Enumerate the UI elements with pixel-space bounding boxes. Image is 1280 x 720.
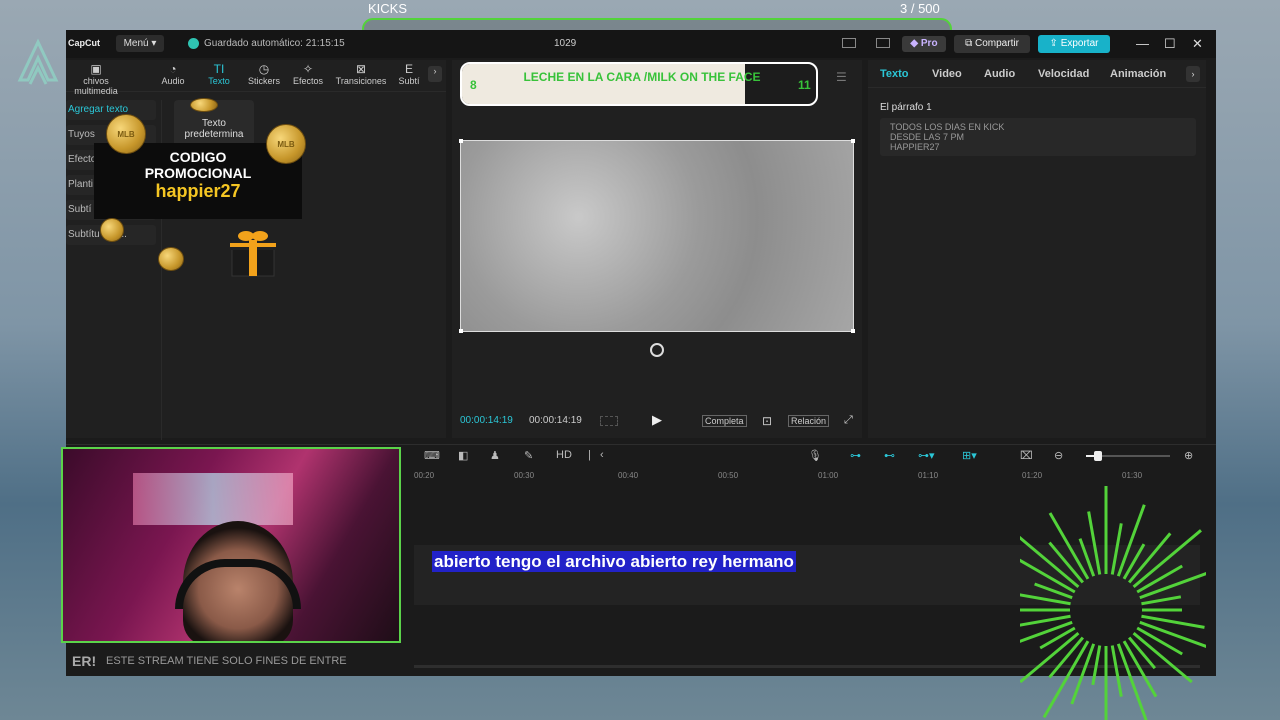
title-bar: CapCut Menú ▾ Guardado automático: 21:15… <box>66 30 1216 58</box>
paragraph-text-field[interactable]: TODOS LOS DIAS EN KICK DESDE LAS 7 PM HA… <box>880 118 1196 156</box>
layout-alt-icon[interactable] <box>876 38 890 48</box>
ruler-tick: 01:30 <box>1122 471 1143 480</box>
tab-speed[interactable]: Velocidad <box>1038 68 1089 80</box>
snap-icon[interactable]: ⊶▾ <box>918 449 935 462</box>
news-ticker: ER! ESTE STREAM TIENE SOLO FINES DE ENTR… <box>66 648 372 674</box>
webcam-feed <box>61 447 401 643</box>
resize-handle[interactable] <box>459 329 463 333</box>
progress-end-value: 11 <box>798 78 811 92</box>
tabs-scroll-right-icon[interactable]: › <box>428 66 442 82</box>
split-icon[interactable]: ◧ <box>458 449 468 462</box>
sidebar-item-add-text[interactable]: Agregar texto <box>66 100 156 120</box>
app-logo: CapCut <box>68 38 100 48</box>
tab-audio[interactable]: ◔ Audio <box>158 62 188 86</box>
tab-transitions[interactable]: ⊠ Transiciones <box>332 62 390 86</box>
promo-line-2: PROMOCIONAL <box>144 165 252 181</box>
play-icon[interactable]: ▶ <box>652 412 662 428</box>
ruler-tick: 00:30 <box>514 471 535 480</box>
tab-subtitles[interactable]: E Subtí <box>396 62 422 86</box>
sunburst-decoration-icon <box>1020 486 1206 720</box>
hd-icon[interactable]: HD <box>556 449 572 461</box>
magic-icon[interactable]: ✎ <box>524 449 533 462</box>
ruler-tick: 00:50 <box>718 471 739 480</box>
close-icon[interactable]: ✕ <box>1192 36 1203 52</box>
video-player: 8 LECHE EN LA CARA /MILK ON THE FACE 11 … <box>452 60 862 438</box>
menu-button[interactable]: Menú ▾ <box>116 35 164 52</box>
zoom-out-icon[interactable]: ⊖ <box>1054 449 1063 462</box>
tab-media[interactable]: ▣ chivos multimedia <box>66 62 126 96</box>
coin-icon: MLB <box>266 124 306 164</box>
cursor-icon[interactable]: | <box>588 449 591 461</box>
tab-audio-inspector[interactable]: Audio <box>984 68 1015 80</box>
resize-handle[interactable] <box>459 139 463 143</box>
ruler-tick: 00:20 <box>414 471 435 480</box>
kick-goal-label: KICKS <box>368 1 408 16</box>
layout-icon[interactable] <box>842 38 856 48</box>
inspector-panel: Texto Video Audio Velocidad Animación › … <box>868 60 1206 438</box>
preview-axis-icon[interactable]: ⊞▾ <box>962 449 977 462</box>
tab-video[interactable]: Video <box>932 68 962 80</box>
progress-start-value: 8 <box>470 78 477 92</box>
share-button[interactable]: ⧉ Compartir <box>954 35 1030 53</box>
caption-icon[interactable]: ⌧ <box>1020 449 1033 462</box>
ruler-tick: 01:00 <box>818 471 839 480</box>
coin-icon: MLB <box>106 114 146 154</box>
maximize-icon[interactable]: ☐ <box>1164 36 1176 52</box>
zoom-slider-knob[interactable] <box>1094 451 1103 461</box>
total-time: 00:00:14:19 <box>529 415 582 426</box>
time-ruler[interactable]: 00:20 00:30 00:40 00:50 01:00 01:10 01:2… <box>414 471 1214 483</box>
link-clips-icon[interactable]: ⊶ <box>850 449 861 462</box>
inspector-tabs: Texto Video Audio Velocidad Animación › <box>868 60 1206 88</box>
magnet-icon[interactable]: ⊷ <box>884 449 895 462</box>
full-view-button[interactable]: Completa <box>702 415 747 427</box>
background-monitors <box>133 473 293 525</box>
progress-title: LECHE EN LA CARA /MILK ON THE FACE <box>523 70 761 84</box>
promo-code: happier27 <box>155 181 241 201</box>
autosave-check-icon <box>188 38 199 49</box>
zoom-slider[interactable] <box>1086 451 1170 461</box>
preview-canvas[interactable] <box>459 139 855 333</box>
ticker-text: ESTE STREAM TIENE SOLO FINES DE ENTRE <box>106 655 347 667</box>
zoom-in-icon[interactable]: ⊕ <box>1184 449 1193 462</box>
tab-texto[interactable]: Texto <box>880 68 909 80</box>
tab-effects[interactable]: ✧ Efectos <box>290 62 326 86</box>
person-icon[interactable]: ♟ <box>490 449 500 462</box>
minimize-icon[interactable]: — <box>1136 36 1149 51</box>
aspect-ratio-button[interactable]: Relación <box>788 415 830 427</box>
coin-icon <box>190 98 218 112</box>
microphone-icon[interactable]: 🎙 <box>808 449 822 462</box>
ruler-tick: 01:20 <box>1022 471 1043 480</box>
inspector-scroll-right-icon[interactable]: › <box>1186 66 1200 82</box>
collapse-left-icon[interactable]: ‹ <box>600 449 604 461</box>
paragraph-label: El párrafo 1 <box>880 102 932 113</box>
coin-icon <box>100 218 124 242</box>
project-name[interactable]: 1029 <box>554 38 576 49</box>
pro-button[interactable]: ◆ Pro <box>902 36 946 52</box>
ruler-tick: 00:40 <box>618 471 639 480</box>
media-tabs: ▣ chivos multimedia ◔ Audio TI Texto ◷ Stick… <box>66 60 446 96</box>
streamer-logo-icon <box>17 38 59 85</box>
coin-icon <box>158 247 184 271</box>
kick-goal-count: 3 / 500 <box>900 1 940 16</box>
tab-text[interactable]: TI Texto <box>204 62 234 86</box>
select-icon[interactable]: ⌨ <box>424 449 440 462</box>
fullscreen-icon[interactable]: ⤢ <box>844 414 853 427</box>
challenge-progress-bar: 8 LECHE EN LA CARA /MILK ON THE FACE 11 <box>460 62 818 106</box>
rotate-icon[interactable] <box>650 343 664 357</box>
ticker-label: ER! <box>72 653 97 669</box>
zoom-slider-fill <box>1086 455 1095 457</box>
resize-handle[interactable] <box>851 329 855 333</box>
player-menu-icon[interactable]: ☰ <box>836 70 847 84</box>
fit-screen-icon[interactable]: ⊡ <box>762 414 772 428</box>
export-button[interactable]: ⇪ Exportar <box>1038 35 1110 53</box>
timecode-grid-icon <box>600 416 618 426</box>
resize-handle[interactable] <box>851 139 855 143</box>
live-caption: abierto tengo el archivo abierto rey her… <box>432 551 796 572</box>
tab-stickers[interactable]: ◷ Stickers <box>244 62 284 86</box>
ruler-tick: 01:10 <box>918 471 939 480</box>
gift-icon <box>230 231 276 277</box>
tab-animation[interactable]: Animación <box>1110 68 1166 80</box>
current-time: 00:00:14:19 <box>460 415 513 426</box>
autosave-status: Guardado automático: 21:15:15 <box>204 38 345 49</box>
